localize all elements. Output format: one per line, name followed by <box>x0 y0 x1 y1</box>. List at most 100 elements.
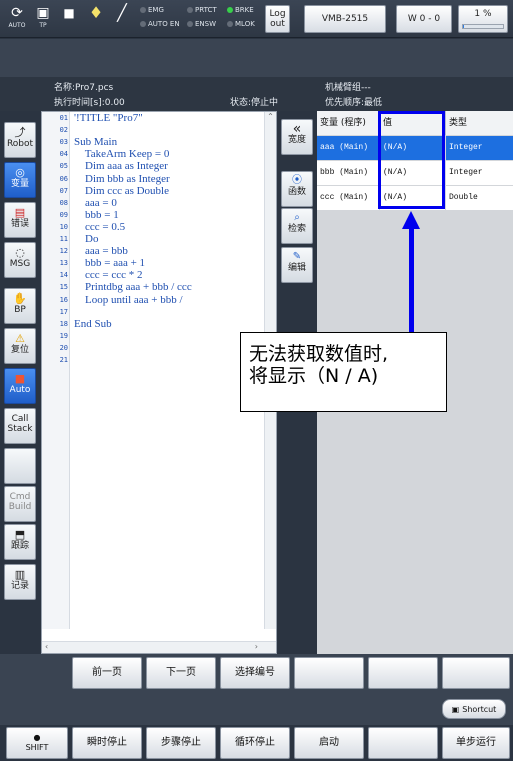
program-info-header: 名称:Pro7.pcs 执行时间[s]:0.00 状态:停止中 机械臂组--- … <box>0 77 513 111</box>
code-line[interactable]: bbb = aaa + 1 <box>74 257 145 269</box>
variable-name: ccc (Main) <box>317 186 379 210</box>
teach-pendant-screen: ⟳ AUTO ▣ TP ■ ♦ ╱ EMG PRTCT BRKE AUTO EN E… <box>0 0 513 761</box>
tp-label: TP <box>39 22 47 29</box>
search-label: 检索 <box>287 224 306 234</box>
empty-sidebar-button[interactable] <box>4 448 36 484</box>
line-number: 20 <box>59 343 68 352</box>
robot-model-button[interactable]: VMB-2515 <box>304 5 386 33</box>
auto-label: Auto <box>9 385 31 395</box>
callout-box: 无法获取数值时, 将显示（N / A) <box>240 332 447 412</box>
function-button[interactable]: ⦿ 函数 <box>281 171 313 207</box>
code-line[interactable]: aaa = 0 <box>74 197 117 209</box>
select-number-button[interactable]: 选择编号 <box>220 657 290 689</box>
speed-label: 1 % <box>474 9 492 19</box>
shift-label: SHIFT <box>25 743 49 752</box>
logout-button[interactable]: Log out <box>265 5 290 33</box>
arrow-head-icon <box>402 211 420 229</box>
led-brke: BRKE <box>227 6 254 15</box>
robot-button[interactable]: ⤴ Robot <box>4 122 36 158</box>
function-label: 函数 <box>287 187 306 197</box>
column-divider <box>445 111 446 135</box>
line-number: 04 <box>59 150 68 159</box>
header-type[interactable]: 类型 <box>446 111 513 135</box>
instant-stop-button[interactable]: 瞬时停止 <box>72 727 142 759</box>
code-line[interactable]: TakeArm Keep = 0 <box>74 148 170 160</box>
led-mlok-indicator <box>227 21 233 27</box>
empty-function-button-3[interactable] <box>442 657 510 689</box>
code-line[interactable]: bbb = 1 <box>74 209 119 221</box>
toolbar-strip <box>0 39 513 77</box>
value-column-highlight <box>378 111 445 209</box>
reset-button[interactable]: ⚠ 复位 <box>4 328 36 364</box>
next-page-button[interactable]: 下一页 <box>146 657 216 689</box>
scroll-right-icon[interactable]: › <box>255 642 258 651</box>
teach-pendant-icon[interactable]: ▣ TP <box>31 4 55 34</box>
shortcut-button[interactable]: ▣ Shortcut <box>442 699 506 719</box>
shortcut-row: ▣ Shortcut <box>0 693 513 725</box>
empty-function-button-2[interactable] <box>368 657 438 689</box>
code-line[interactable]: ccc = ccc * 2 <box>74 269 143 281</box>
trace-button[interactable]: ⬒ 跟踪 <box>4 524 36 560</box>
variable-name: bbb (Main) <box>317 161 379 185</box>
prev-page-button[interactable]: 前一页 <box>72 657 142 689</box>
single-step-button[interactable]: 单步运行 <box>442 727 510 759</box>
code-line[interactable]: aaa = bbb <box>74 245 128 257</box>
code-line[interactable]: Do <box>74 233 98 245</box>
start-button[interactable]: 启动 <box>294 727 364 759</box>
search-button[interactable]: ⌕ 检索 <box>281 208 313 244</box>
variable-button[interactable]: ◎ 变量 <box>4 162 36 198</box>
horizontal-scrollbar[interactable]: ‹ › <box>42 641 276 653</box>
code-line[interactable]: Sub Main <box>74 136 117 148</box>
empty-function-button-1[interactable] <box>294 657 364 689</box>
page-function-row: 前一页 下一页 选择编号 <box>0 654 513 693</box>
edit-label: 编辑 <box>287 263 306 273</box>
led-ensw-indicator <box>187 21 193 27</box>
led-prtct-label: PRTCT <box>195 6 217 14</box>
line-number: 21 <box>59 356 68 364</box>
line-number: 13 <box>59 259 68 268</box>
code-line[interactable]: End Sub <box>74 318 112 330</box>
code-line[interactable]: Dim bbb as Integer <box>74 173 170 185</box>
work-tool-button[interactable]: W 0 - 0 <box>396 5 452 33</box>
pencil-icon: ✎ <box>292 251 302 262</box>
edit-button[interactable]: ✎ 编辑 <box>281 247 313 283</box>
line-number-gutter: 01 02 03 04 05 06 07 08 09 10 11 12 13 14 15 16 17 18 19 20… <box>42 112 70 629</box>
code-line[interactable]: Dim ccc as Double <box>74 185 169 197</box>
variable-type: Integer <box>446 161 513 185</box>
record-button[interactable]: ▥ 记录 <box>4 564 36 600</box>
search-icon: ⌕ <box>294 212 300 223</box>
code-line[interactable]: Printdbg aaa + bbb / ccc <box>74 281 192 293</box>
line-number: 17 <box>59 307 68 316</box>
speed-bar-fill <box>463 25 464 28</box>
lightbulb-icon: ♦ <box>88 3 104 22</box>
code-line[interactable]: ccc = 0.5 <box>74 221 125 233</box>
code-line[interactable]: Loop until aaa + bbb / <box>74 294 183 306</box>
cycle-stop-button[interactable]: 循环停止 <box>220 727 290 759</box>
width-button[interactable]: « 宽度 <box>281 119 313 155</box>
code-line[interactable]: Dim aaa as Integer <box>74 160 168 172</box>
cmd-build-button[interactable]: Cmd Build <box>4 486 36 522</box>
left-sidebar: ⤴ Robot ◎ 变量 ▤ 错误 ◌ MSG ✋ BP ⚠ 复位 ■ Auto Call St… <box>0 111 40 654</box>
line-number: 10 <box>59 222 68 231</box>
auto-icon: ■ <box>14 372 26 385</box>
led-brke-indicator <box>227 7 233 13</box>
led-prtct-indicator <box>187 7 193 13</box>
error-icon: ▤ <box>14 206 26 219</box>
call-stack-button[interactable]: Call Stack <box>4 408 36 444</box>
empty-run-button[interactable] <box>368 727 438 759</box>
breakpoint-button[interactable]: ✋ BP <box>4 288 36 324</box>
shift-button[interactable]: ● SHIFT <box>6 727 68 759</box>
code-line[interactable]: '!TITLE "Pro7" <box>74 112 143 124</box>
scroll-up-icon[interactable]: ⌃ <box>267 112 274 121</box>
variable-label: 变量 <box>10 179 29 189</box>
line-number: 12 <box>59 247 68 256</box>
auto-button[interactable]: ■ Auto <box>4 368 36 404</box>
step-stop-button[interactable]: 步骤停止 <box>146 727 216 759</box>
error-button[interactable]: ▤ 错误 <box>4 202 36 238</box>
execution-time: 执行时间[s]:0.00 <box>54 98 125 108</box>
auto-mode-icon[interactable]: ⟳ AUTO <box>5 4 29 34</box>
scroll-left-icon[interactable]: ‹ <box>45 642 48 651</box>
header-variable[interactable]: 变量 (程序) <box>317 111 379 135</box>
msg-button[interactable]: ◌ MSG <box>4 242 36 278</box>
led-auto-en: AUTO EN <box>140 20 180 29</box>
